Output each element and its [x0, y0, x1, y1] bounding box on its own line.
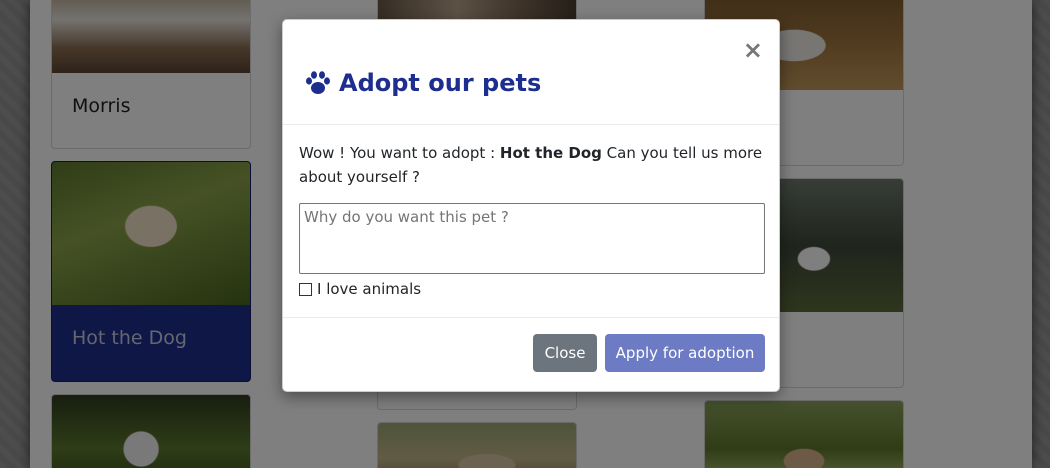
close-icon[interactable]: × — [743, 38, 763, 62]
modal-title: Adopt our pets — [303, 68, 541, 98]
apply-for-adoption-button[interactable]: Apply for adoption — [605, 334, 765, 372]
modal-header: Adopt our pets × — [283, 20, 779, 125]
adoption-modal: Adopt our pets × Wow ! You want to adopt… — [282, 19, 780, 392]
modal-title-text: Adopt our pets — [339, 69, 542, 97]
reason-textarea[interactable] — [299, 203, 765, 274]
modal-body: Wow ! You want to adopt : Hot the Dog Ca… — [299, 141, 765, 298]
selected-pet-name: Hot the Dog — [499, 144, 602, 162]
intro-prefix: Wow ! You want to adopt : — [299, 144, 500, 162]
close-button[interactable]: Close — [533, 334, 597, 372]
adoption-intro: Wow ! You want to adopt : Hot the Dog Ca… — [299, 141, 765, 189]
checkbox-label: I love animals — [317, 280, 422, 298]
paw-icon — [306, 71, 330, 94]
modal-footer: Close Apply for adoption — [283, 317, 779, 393]
love-animals-checkbox-row[interactable]: I love animals — [299, 280, 765, 298]
love-animals-checkbox[interactable] — [299, 282, 312, 296]
